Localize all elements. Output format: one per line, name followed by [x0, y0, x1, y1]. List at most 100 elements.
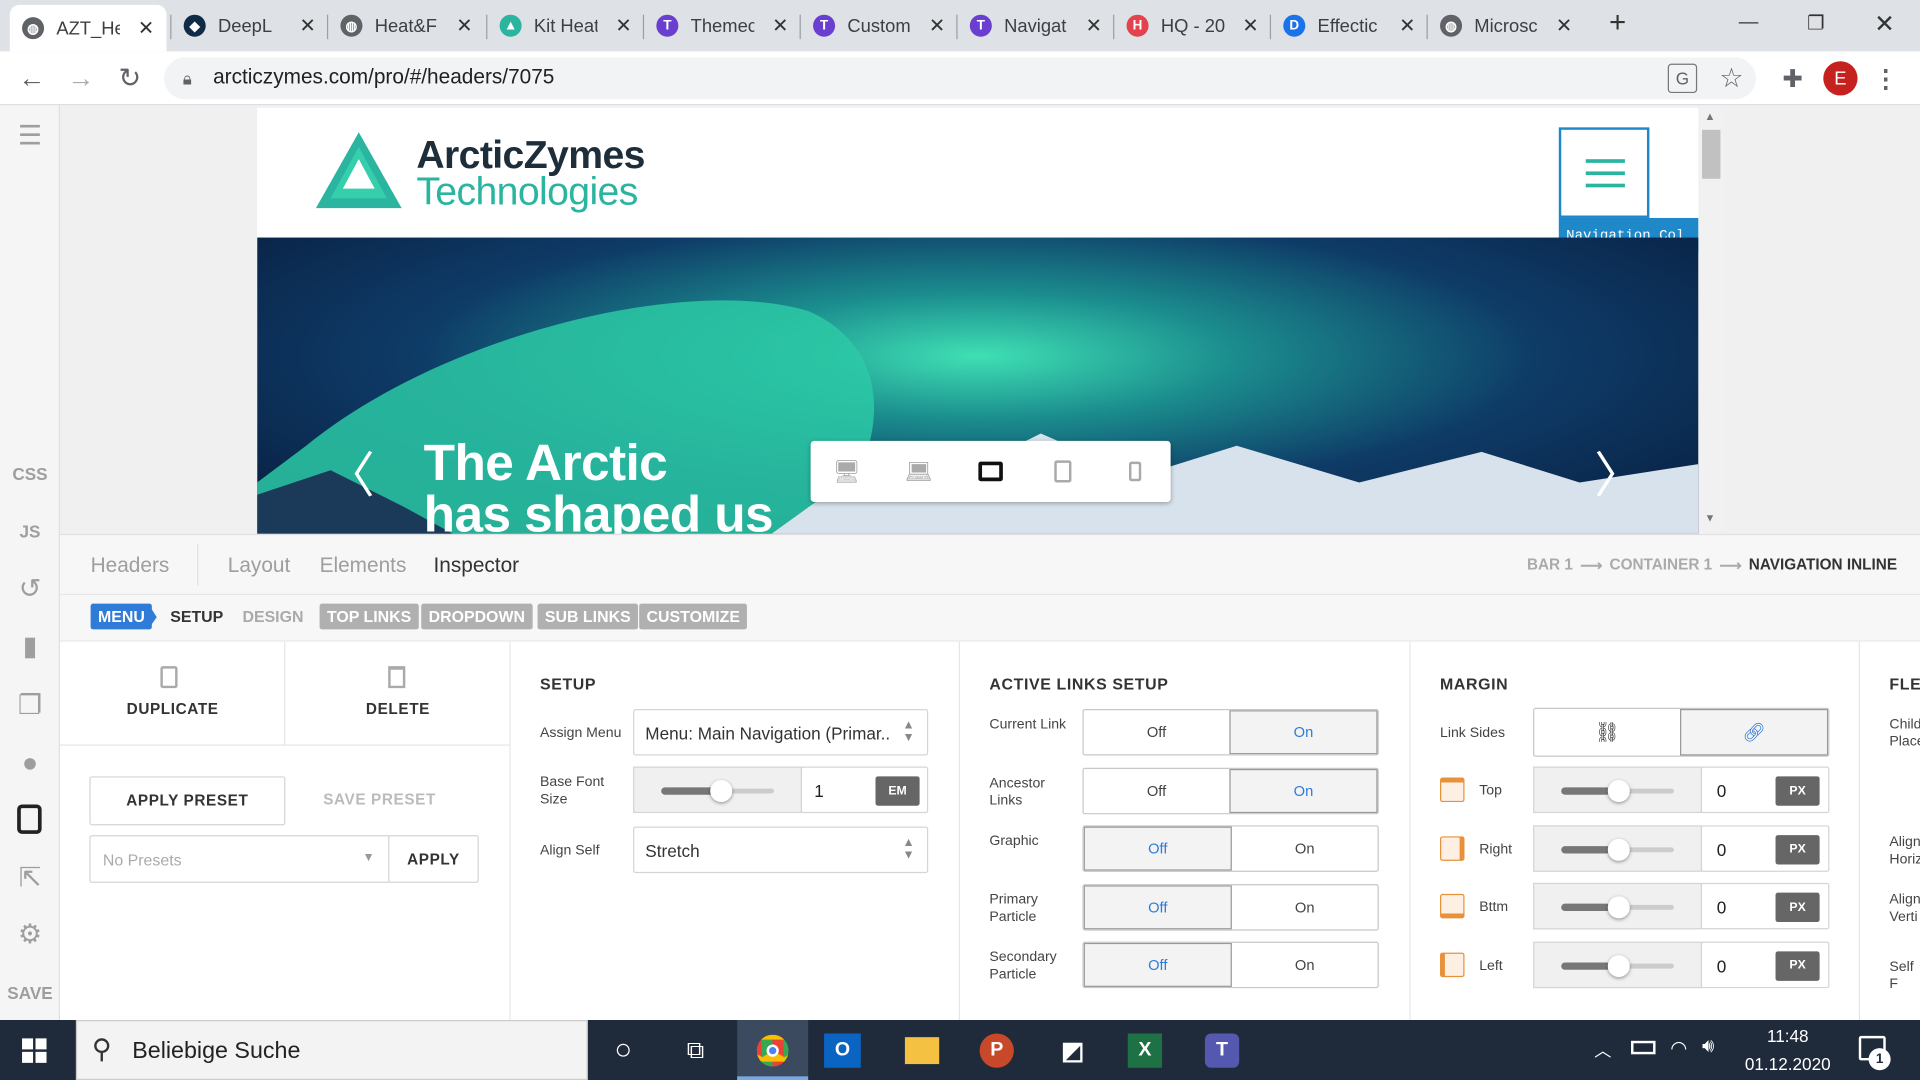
- margin-input[interactable]: 0 PX: [1700, 824, 1830, 872]
- subtab-design[interactable]: DESIGN: [242, 607, 303, 625]
- toggle-off-option[interactable]: Off: [1083, 884, 1232, 929]
- close-window-button[interactable]: ✕: [1854, 5, 1915, 42]
- file-explorer-icon[interactable]: [904, 1037, 940, 1065]
- apply-button[interactable]: APPLY: [388, 835, 479, 883]
- delete-button[interactable]: DELETE: [285, 642, 511, 746]
- margin-input[interactable]: 0 PX: [1700, 766, 1830, 814]
- browser-tab[interactable]: ◍ Heat&F ✕: [328, 0, 485, 51]
- toggle-on-option[interactable]: On: [1232, 943, 1378, 987]
- browser-tab[interactable]: ▲ Kit Heat ✕: [487, 0, 644, 51]
- browser-tab[interactable]: D Effectic ✕: [1271, 0, 1428, 51]
- link-icon[interactable]: 🔗︎: [1680, 708, 1829, 756]
- margin-slider[interactable]: [1533, 882, 1703, 930]
- toggle-off-option[interactable]: Off: [1084, 768, 1230, 812]
- save-preset-button[interactable]: SAVE PRESET: [294, 791, 465, 808]
- toggle-on-option[interactable]: On: [1232, 827, 1378, 871]
- templates-icon[interactable]: ❐: [0, 689, 60, 721]
- save-button[interactable]: SAVE: [0, 983, 60, 1003]
- hero-prev-arrow-icon[interactable]: 〈: [326, 436, 375, 507]
- toggle-on-option[interactable]: On: [1229, 768, 1378, 813]
- toggle-off-option[interactable]: Off: [1083, 826, 1232, 871]
- sidebar-item-css[interactable]: CSS: [0, 464, 60, 484]
- layout-icon[interactable]: ▮: [0, 631, 60, 663]
- outlook-icon[interactable]: O: [824, 1033, 861, 1068]
- new-tab-button[interactable]: +: [1587, 5, 1648, 42]
- minimize-button[interactable]: —: [1718, 5, 1779, 42]
- assign-menu-select[interactable]: Menu: Main Navigation (Primar... ▲ ▼: [633, 708, 929, 756]
- toggle-on-option[interactable]: On: [1229, 710, 1378, 755]
- browser-tab[interactable]: ◍ Microsc ✕: [1428, 0, 1585, 51]
- align-self-select[interactable]: Stretch ▲ ▼: [633, 826, 929, 874]
- tablet-landscape-device-icon[interactable]: [955, 441, 1027, 502]
- preview-scrollbar[interactable]: ▲ ▼: [1699, 107, 1725, 532]
- close-tab-icon[interactable]: ✕: [138, 16, 154, 40]
- browser-tab[interactable]: H HQ - 20 ✕: [1114, 0, 1271, 51]
- battery-icon[interactable]: [1631, 1040, 1656, 1055]
- dropdown-circle-icon[interactable]: ●: [0, 747, 60, 779]
- hero-next-arrow-icon[interactable]: 〉: [1594, 436, 1643, 507]
- font-size-input[interactable]: 1 EM: [800, 766, 929, 814]
- browser-tab[interactable]: ◆ DeepL ✕: [171, 0, 328, 51]
- apply-preset-button[interactable]: APPLY PRESET: [89, 776, 286, 826]
- history-icon[interactable]: ↺: [0, 573, 60, 605]
- presets-select[interactable]: No Presets ▼: [89, 835, 391, 883]
- breadcrumb-container[interactable]: CONTAINER 1: [1610, 556, 1713, 574]
- close-tab-icon[interactable]: ✕: [1086, 13, 1102, 37]
- restore-button[interactable]: ❐: [1785, 5, 1846, 42]
- nav-toggle-button[interactable]: [1558, 127, 1650, 218]
- margin-unit[interactable]: PX: [1775, 892, 1820, 923]
- bookmark-star-icon[interactable]: ☆: [1714, 61, 1748, 95]
- app-icon[interactable]: ◩: [1056, 1033, 1090, 1067]
- tray-chevron-up-icon[interactable]: ︿: [1594, 1038, 1611, 1062]
- lock-icon[interactable]: 🔒︎: [176, 66, 198, 90]
- clock-time[interactable]: 11:48: [1741, 1026, 1834, 1046]
- close-tab-icon[interactable]: ✕: [772, 13, 788, 37]
- task-view-icon[interactable]: ⧉: [671, 1026, 720, 1075]
- toggle-off-option[interactable]: Off: [1083, 942, 1232, 987]
- duplicate-button[interactable]: DUPLICATE: [60, 641, 286, 746]
- toggle-off-option[interactable]: Off: [1084, 710, 1230, 754]
- external-link-icon[interactable]: ⇱: [0, 862, 60, 894]
- close-tab-icon[interactable]: ✕: [300, 13, 316, 37]
- subtab-dropdown[interactable]: DROPDOWN: [421, 603, 533, 630]
- tab-inspector[interactable]: Inspector: [433, 553, 519, 577]
- extensions-icon[interactable]: ✚: [1776, 61, 1810, 95]
- tab-layout[interactable]: Layout: [228, 553, 291, 577]
- reload-icon[interactable]: ↻: [113, 61, 147, 95]
- wifi-icon[interactable]: ◠: [1670, 1036, 1687, 1060]
- back-icon[interactable]: ←: [15, 61, 49, 95]
- close-tab-icon[interactable]: ✕: [1399, 13, 1415, 37]
- volume-icon[interactable]: 🔊︎: [1702, 1036, 1714, 1058]
- menu-kebab-icon[interactable]: ⋮: [1873, 61, 1897, 95]
- laptop-device-icon[interactable]: 💻︎: [883, 441, 955, 502]
- unlink-icon[interactable]: ⛓︎: [1534, 709, 1680, 756]
- subtab-setup[interactable]: SETUP: [170, 607, 223, 625]
- responsive-device-icon[interactable]: [17, 804, 42, 834]
- settings-gear-icon[interactable]: ⚙: [0, 918, 60, 950]
- subtab-top-links[interactable]: TOP LINKS: [319, 603, 419, 630]
- browser-tab[interactable]: T Custom ✕: [801, 0, 958, 51]
- phone-device-icon[interactable]: [1099, 441, 1171, 502]
- margin-slider[interactable]: [1533, 941, 1703, 988]
- powerpoint-icon[interactable]: P: [979, 1033, 1014, 1068]
- browser-tab[interactable]: ◍ AZT_He ✕: [9, 4, 167, 52]
- taskbar-search[interactable]: ⚲ Beliebige Suche: [75, 1020, 588, 1080]
- margin-input[interactable]: 0 PX: [1700, 941, 1830, 988]
- font-size-unit[interactable]: EM: [875, 776, 920, 806]
- chrome-icon[interactable]: [756, 1034, 789, 1067]
- subtab-sub-links[interactable]: SUB LINKS: [537, 603, 639, 630]
- translate-icon[interactable]: G: [1667, 63, 1698, 94]
- tab-elements[interactable]: Elements: [320, 553, 407, 577]
- margin-slider[interactable]: [1533, 824, 1703, 872]
- close-tab-icon[interactable]: ✕: [1556, 13, 1572, 37]
- close-tab-icon[interactable]: ✕: [929, 13, 945, 37]
- margin-unit[interactable]: PX: [1775, 950, 1820, 981]
- browser-tab[interactable]: T Themec ✕: [644, 0, 801, 51]
- hamburger-icon[interactable]: ☰: [0, 120, 60, 152]
- margin-slider[interactable]: [1533, 766, 1703, 814]
- breadcrumb-bar[interactable]: BAR 1: [1527, 556, 1573, 574]
- tablet-portrait-device-icon[interactable]: [1027, 441, 1099, 502]
- forward-icon[interactable]: →: [64, 61, 98, 95]
- sidebar-item-js[interactable]: JS: [0, 522, 60, 542]
- subtab-customize[interactable]: CUSTOMIZE: [639, 603, 748, 630]
